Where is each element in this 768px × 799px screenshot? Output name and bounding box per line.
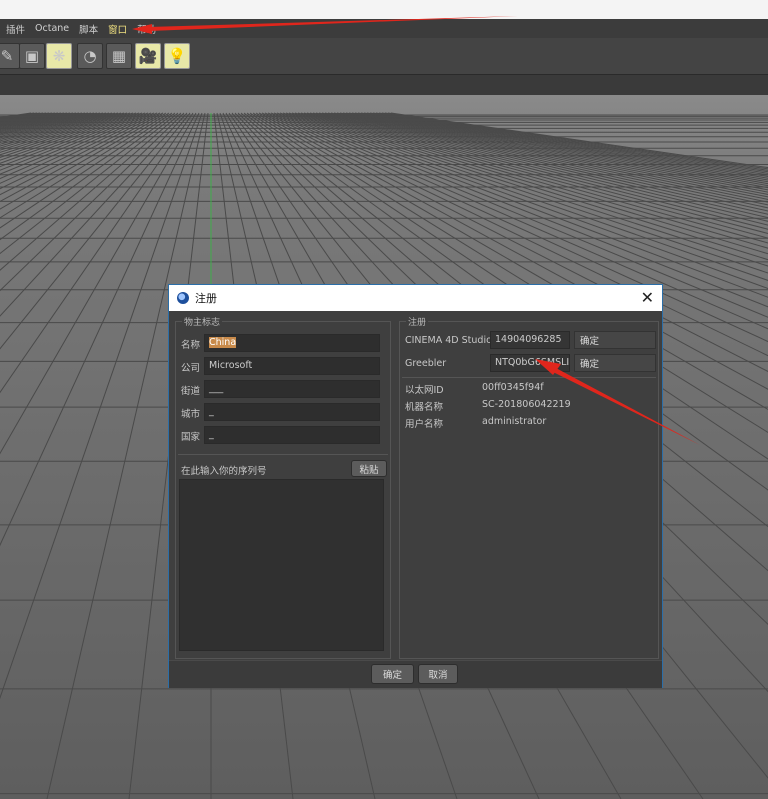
light-icon[interactable]: 💡 bbox=[164, 43, 190, 69]
toolbar: ✎ ▣ ❋ ◔ ▦ 🎥 💡 bbox=[0, 38, 768, 74]
deformer-icon[interactable]: ◔ bbox=[77, 43, 103, 69]
dialog-button-bar: 确定 取消 bbox=[169, 660, 662, 688]
registration-dialog: 注册 ✕ 物主标志 名称 China 公司 Microsoft 街道 ___ 城… bbox=[168, 284, 700, 688]
paste-button[interactable]: 粘贴 bbox=[351, 460, 387, 477]
floor-icon[interactable]: ▦ bbox=[106, 43, 132, 69]
ok-button[interactable]: 确定 bbox=[371, 664, 414, 684]
cancel-button[interactable]: 取消 bbox=[418, 664, 458, 684]
viewport-header-bar bbox=[0, 74, 768, 97]
camera-icon[interactable]: 🎥 bbox=[135, 43, 161, 69]
serial-input[interactable] bbox=[179, 479, 384, 651]
annotation-arrow-dialog bbox=[535, 359, 700, 445]
annotation-arrow-top bbox=[132, 16, 518, 34]
cube-icon[interactable]: ▣ bbox=[19, 43, 45, 69]
cloner-icon[interactable]: ❋ bbox=[46, 43, 72, 69]
pen-icon[interactable]: ✎ bbox=[0, 43, 20, 69]
serial-label: 在此输入你的序列号 bbox=[181, 466, 267, 477]
